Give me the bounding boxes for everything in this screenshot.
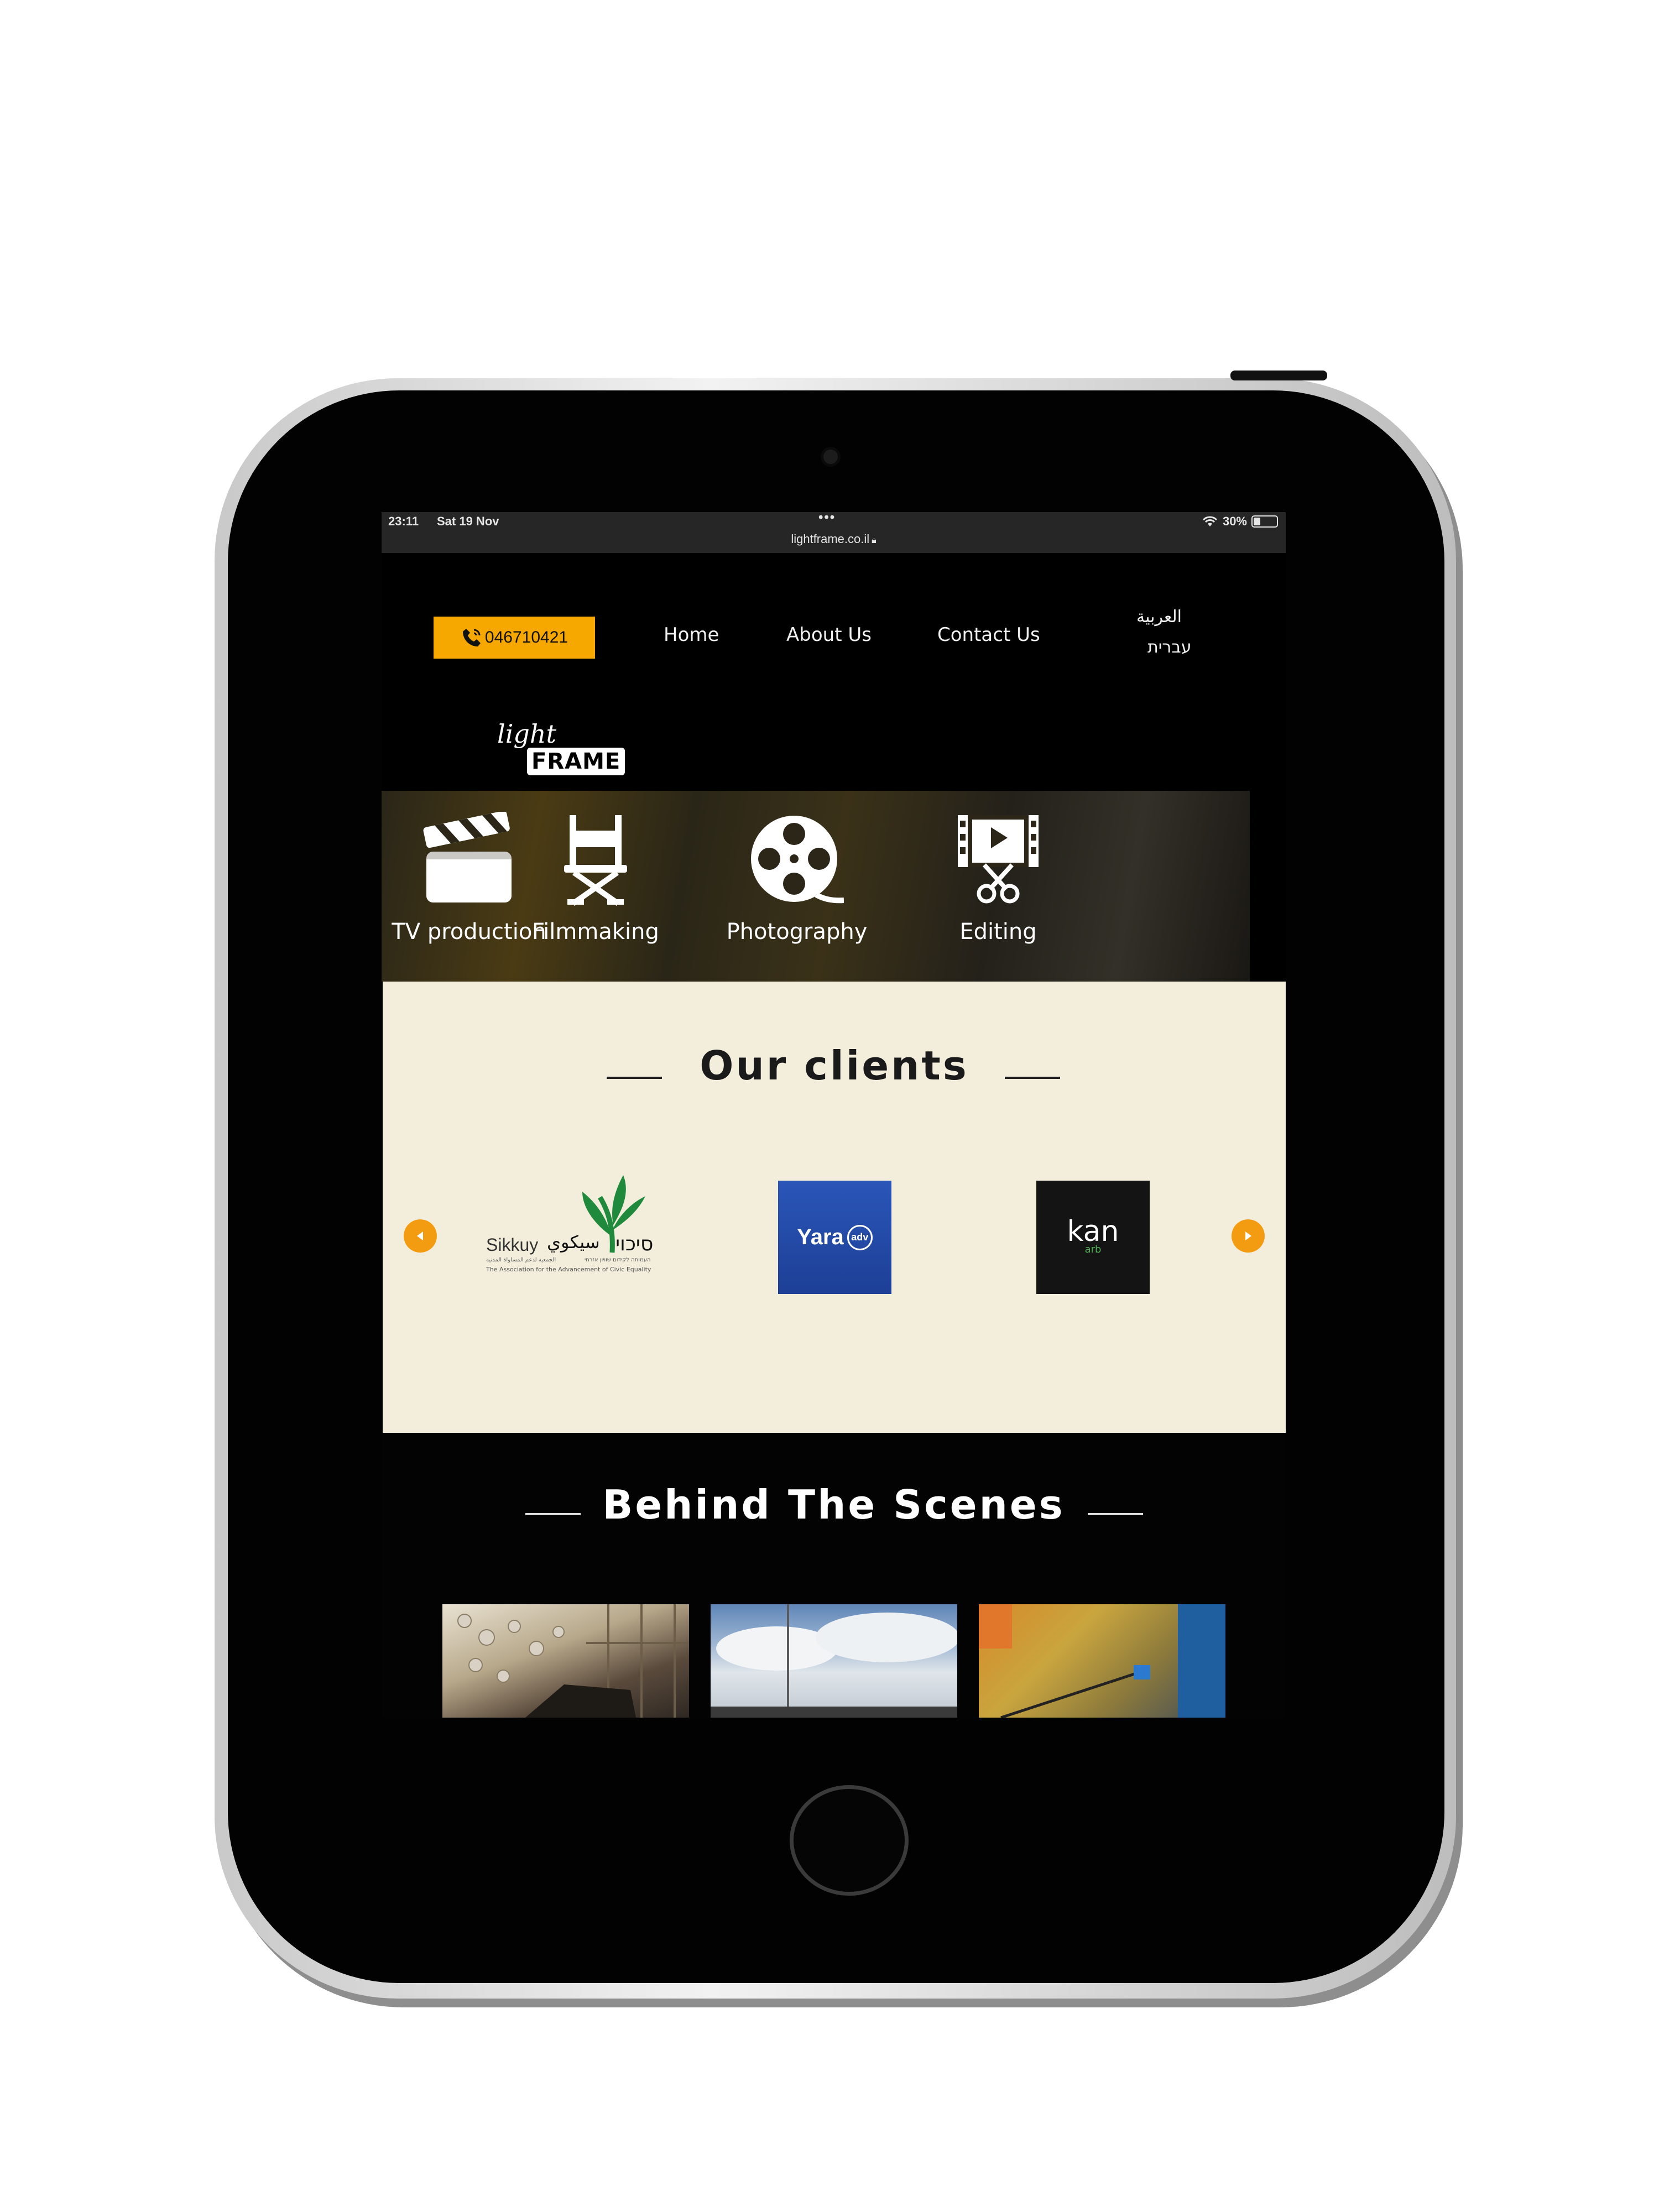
gallery-photo[interactable]: [979, 1604, 1225, 1718]
front-camera: [821, 447, 841, 467]
wifi-icon: [1202, 516, 1218, 526]
services-banner: TV production Filmmaking Photography Edi…: [382, 791, 1250, 982]
title-dash-right: [1005, 1077, 1060, 1079]
sikkuy-arabic-subtitle: الجمعية لدعم المساواة المدنية: [486, 1257, 556, 1263]
status-date: Sat 19 Nov: [437, 514, 499, 528]
sikkuy-hebrew-subtitle: העמותה לקידום שוויון אזרחי: [585, 1257, 651, 1263]
nav-home-link[interactable]: Home: [664, 624, 719, 646]
clients-title: Our clients: [700, 1042, 969, 1089]
sikkuy-english-text: Sikkuy: [486, 1235, 539, 1255]
device-screen: 23:11 Sat 19 Nov ••• lightframe.co.il 🔒︎ …: [382, 512, 1286, 1718]
kan-sub-text: arb: [1084, 1244, 1102, 1255]
home-button[interactable]: [790, 1785, 909, 1896]
phone-icon: [462, 629, 481, 646]
client-logo-sikkuy: Sikkuy سيكوي סיכוי העמותה לקידום שוויון …: [485, 1170, 673, 1286]
power-button: [1230, 371, 1327, 380]
sky-scene-image: [711, 1604, 957, 1718]
kan-logo-text: kan: [1067, 1215, 1119, 1248]
battery-icon: [1251, 515, 1278, 528]
carousel-next-button[interactable]: [1232, 1219, 1265, 1253]
logo-frame-text: FRAME: [527, 748, 625, 775]
battery-percent: 30%: [1222, 514, 1247, 528]
director-chair-icon: [564, 815, 627, 906]
service-label: Filmmaking: [532, 919, 659, 945]
carousel-prev-button[interactable]: [404, 1219, 437, 1253]
film-reel-icon: [751, 816, 844, 904]
arrow-left-icon: [417, 1232, 423, 1240]
nav-contact-link[interactable]: Contact Us: [937, 624, 1040, 646]
multitasking-dots-icon[interactable]: •••: [818, 512, 836, 525]
status-bar: 23:11 Sat 19 Nov ••• lightframe.co.il 🔒︎ …: [382, 512, 1286, 553]
gallery-photo[interactable]: [711, 1604, 957, 1718]
service-label: Editing: [959, 919, 1037, 945]
service-editing[interactable]: Editing: [910, 812, 1087, 945]
phone-number: 046710421: [484, 628, 568, 646]
address-bar[interactable]: lightframe.co.il 🔒︎: [382, 532, 1286, 546]
status-time: 23:11: [388, 514, 419, 528]
service-filmmaking[interactable]: Filmmaking: [507, 812, 684, 945]
phone-button[interactable]: 046710421: [434, 617, 595, 659]
yara-adv-badge: adv: [847, 1224, 873, 1250]
yara-logo-text: Yara: [797, 1225, 844, 1249]
logo-light-text: light: [497, 719, 556, 749]
site-header: 046710421 Home About Us Contact Us العرب…: [382, 553, 1286, 775]
behind-the-scenes-section: Behind The Scenes: [382, 1433, 1286, 1718]
sikkuy-hebrew-text: סיכוי: [615, 1233, 654, 1255]
outdoor-scene-image: [979, 1604, 1225, 1718]
service-label: Photography: [726, 919, 868, 945]
language-arabic-link[interactable]: العربية: [1136, 607, 1182, 627]
service-photography[interactable]: Photography: [708, 812, 885, 945]
url-text: lightframe.co.il: [791, 532, 870, 546]
clapperboard-icon: [423, 812, 512, 902]
status-indicators: 30%: [1202, 514, 1278, 529]
window-scene-image: [457, 1604, 689, 1718]
film-scissors-icon: [958, 815, 1039, 904]
lock-icon: 🔒︎: [872, 536, 877, 545]
title-dash-right: [1088, 1513, 1143, 1515]
client-logo-yara: Yara adv: [778, 1181, 891, 1294]
sikkuy-english-subtitle: The Association for the Advancement of C…: [486, 1266, 651, 1273]
behind-the-scenes-title: Behind The Scenes: [602, 1481, 1065, 1528]
arrow-right-icon: [1245, 1232, 1251, 1240]
gallery-photo[interactable]: [442, 1604, 689, 1718]
clients-section: Our clients Sikkuy سيكوي סיכוי העמותה לק…: [383, 982, 1286, 1433]
client-logo-kan: kan arb: [1036, 1181, 1150, 1294]
site-logo[interactable]: light FRAME: [495, 719, 628, 780]
language-hebrew-link[interactable]: עברית: [1147, 638, 1191, 657]
nav-about-link[interactable]: About Us: [786, 624, 872, 646]
sikkuy-arabic-text: سيكوي: [547, 1232, 600, 1253]
